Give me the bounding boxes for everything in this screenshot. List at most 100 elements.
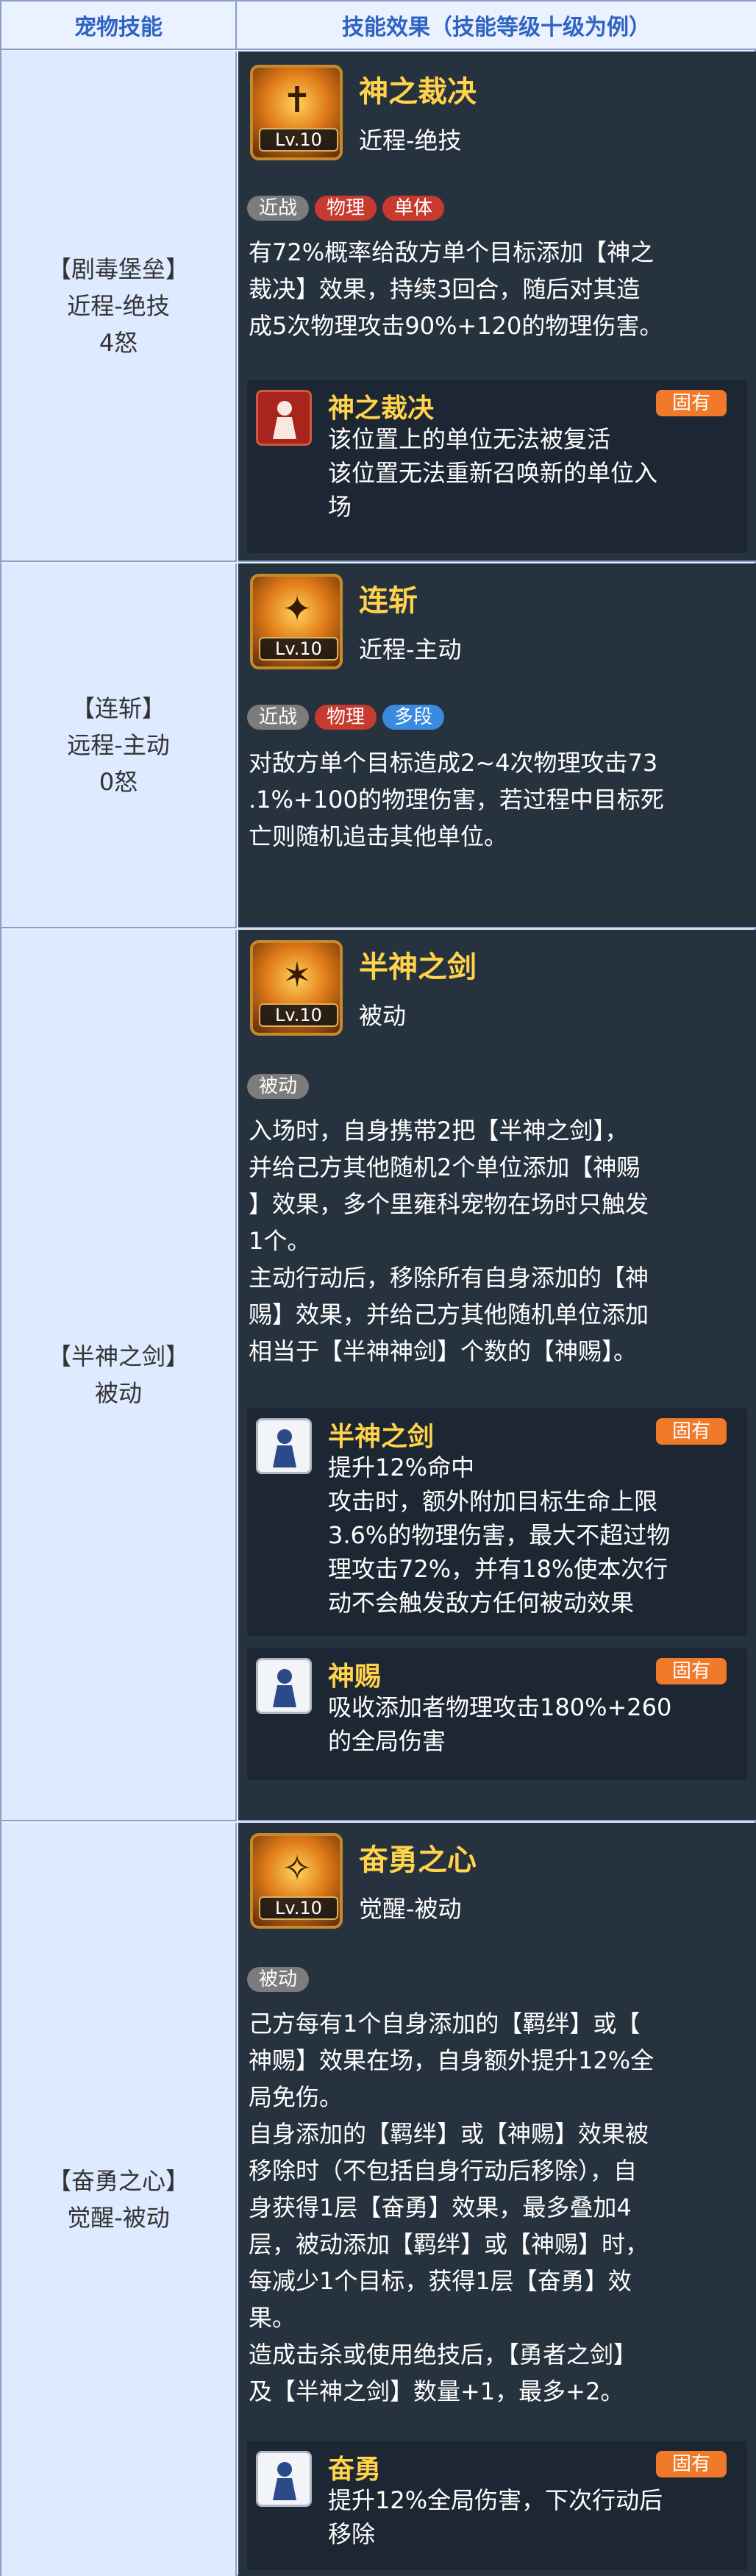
desc-line: 自身添加的【羁绊】或【神赐】效果被 <box>249 2120 649 2148</box>
warrior-glyph-icon: ✧ <box>282 1848 313 1889</box>
desc-line: 1个。 <box>249 1227 311 1255</box>
skill-name: 【奋勇之心】 <box>47 2167 189 2195</box>
header-skill-effect: 技能效果（技能等级十级为例） <box>237 1 756 50</box>
row-4-left: 【奋勇之心】 觉醒-被动 <box>1 1823 237 2576</box>
sword-cross-icon: ✝ Lv.10 <box>250 65 343 160</box>
tag-physical: 物理 <box>315 196 377 221</box>
sub-line: 提升12%全局伤害，下次行动后 <box>328 2486 663 2514</box>
sub-line: 3.6%的物理伤害，最大不超过物 <box>328 1521 671 1549</box>
desc-line: 移除时（不包括自身行动后移除），自 <box>249 2157 638 2185</box>
slash-icon: ✦ Lv.10 <box>250 574 343 669</box>
figure-icon <box>273 1669 296 1707</box>
desc-line: 相当于【半神神剑】个数的【神赐】。 <box>249 1337 638 1365</box>
sub-line: 理攻击72%，并有18%使本次行 <box>328 1555 668 1583</box>
row-2-left: 【连斩】 远程-主动 0怒 <box>1 563 237 928</box>
innate-badge: 固有 <box>656 1658 727 1684</box>
sub-line: 动不会触发敌方任何被动效果 <box>328 1589 635 1617</box>
figure-blue-icon <box>256 1658 312 1714</box>
sub-effect-text: 该位置上的单位无法被复活 该位置无法重新召唤新的单位入 场 <box>328 422 740 524</box>
desc-line: 主动行动后，移除所有自身添加的【神 <box>249 1264 649 1292</box>
skill-title: 神之裁决 <box>359 75 477 109</box>
skill-title: 奋勇之心 <box>359 1843 477 1877</box>
desc-line: 亡则随机追击其他单位。 <box>249 822 508 850</box>
row-1-left: 【剧毒堡垒】 近程-绝技 4怒 <box>1 51 237 562</box>
innate-badge: 固有 <box>656 1418 727 1445</box>
desc-line: 神赐】效果在场，自身额外提升12%全 <box>249 2046 655 2074</box>
row-3-right: ✶ Lv.10 半神之剑 被动 被动 入场时，自身携带2把【半神之剑】， 并给己… <box>238 930 756 1821</box>
figure-icon <box>273 1429 296 1467</box>
sub-effect-title: 神之裁决 <box>328 394 435 424</box>
cross-glyph-icon: ✝ <box>282 79 313 121</box>
tag-list: 被动 <box>247 1074 310 1099</box>
desc-line: 成5次物理攻击90%+120的物理伤害。 <box>249 312 663 340</box>
skill-subtype: 近程-绝技 <box>359 127 462 154</box>
skill-name: 【半神之剑】 <box>47 1342 189 1370</box>
level-badge: Lv.10 <box>259 1003 338 1027</box>
skill-title: 连斩 <box>359 584 418 618</box>
desc-line: .1%+100的物理伤害，若过程中目标死 <box>249 786 664 814</box>
tag-melee: 近战 <box>247 196 310 221</box>
dragon-glyph-icon: ✶ <box>282 955 313 996</box>
skill-type: 远程-主动 <box>67 731 170 759</box>
desc-line: 裁决】效果，持续3回合，随后对其造 <box>249 275 641 303</box>
sub-line: 吸收添加者物理攻击180%+260 <box>328 1693 672 1721</box>
tag-physical: 物理 <box>315 705 377 730</box>
sub-line: 该位置上的单位无法被复活 <box>328 425 611 453</box>
skill-type: 被动 <box>94 1379 142 1407</box>
skill-header: ✧ Lv.10 <box>250 1833 343 1929</box>
sub-effect-text: 提升12%命中 攻击时，额外附加目标生命上限 3.6%的物理伤害，最大不超过物 … <box>328 1451 740 1620</box>
row-1-right: ✝ Lv.10 神之裁决 近程-绝技 近战 物理 单体 有72%概率给敌方单个目… <box>238 51 756 562</box>
desc-line: 及【半神之剑】数量+1，最多+2。 <box>249 2377 624 2405</box>
skill-subtype: 近程-主动 <box>359 636 462 663</box>
tag-list: 被动 <box>247 1967 310 1992</box>
figure-icon <box>273 401 296 439</box>
desc-line: 造成击杀或使用绝技后，【勇者之剑】 <box>249 2341 638 2369</box>
skill-subtype: 觉醒-被动 <box>359 1895 462 1923</box>
skill-subtype: 被动 <box>359 1002 407 1030</box>
innate-badge: 固有 <box>656 2451 727 2477</box>
skill-type: 近程-绝技 <box>67 292 170 320</box>
desc-line: 入场时，自身携带2把【半神之剑】， <box>249 1117 629 1145</box>
slash-glyph-icon: ✦ <box>282 588 313 630</box>
sub-effect-title: 半神之剑 <box>328 1422 435 1452</box>
tag-passive: 被动 <box>247 1967 310 1992</box>
row-2-right: ✦ Lv.10 连斩 近程-主动 近战 物理 多段 对敌方单个目标造成2~4次物… <box>238 563 756 928</box>
skill-title: 半神之剑 <box>359 950 477 984</box>
sub-line: 的全局伤害 <box>328 1727 446 1755</box>
row-4-right: ✧ Lv.10 奋勇之心 觉醒-被动 被动 己方每有1个自身添加的【羁绊】或【 … <box>238 1823 756 2576</box>
tag-single: 单体 <box>382 196 445 221</box>
skill-header: ✝ Lv.10 <box>250 65 343 160</box>
desc-line: 身获得1层【奋勇】效果，最多叠加4 <box>249 2193 632 2221</box>
level-badge: Lv.10 <box>259 637 338 661</box>
innate-badge: 固有 <box>656 390 727 416</box>
figure-blue-icon <box>256 2451 312 2507</box>
sub-effect-title: 神赐 <box>328 1662 382 1692</box>
desc-line: 局免伤。 <box>249 2083 343 2111</box>
skill-header: ✶ Lv.10 <box>250 940 343 1036</box>
tag-list: 近战 物理 多段 <box>247 705 445 730</box>
sub-line: 提升12%命中 <box>328 1454 475 1481</box>
desc-line: 有72%概率给敌方单个目标添加【神之 <box>249 238 655 266</box>
desc-line: 对敌方单个目标造成2~4次物理攻击73 <box>249 749 658 777</box>
warrior-icon: ✧ Lv.10 <box>250 1833 343 1929</box>
desc-line: 并给己方其他随机2个单位添加【神赐 <box>249 1153 641 1181</box>
skill-name: 【剧毒堡垒】 <box>47 255 189 283</box>
skill-table: 宠物技能 技能效果（技能等级十级为例） 【剧毒堡垒】 近程-绝技 4怒 ✝ Lv… <box>0 0 756 2576</box>
desc-line: 层，被动添加【羁绊】或【神赐】时， <box>249 2230 649 2258</box>
sub-effect-box: 半神之剑 固有 提升12%命中 攻击时，额外附加目标生命上限 3.6%的物理伤害… <box>247 1408 747 1636</box>
tag-list: 近战 物理 单体 <box>247 196 445 221</box>
tag-multi-hit: 多段 <box>382 705 445 730</box>
header-pet-skill: 宠物技能 <box>1 1 237 50</box>
figure-blue-icon <box>256 1418 312 1474</box>
level-badge: Lv.10 <box>259 128 338 152</box>
dragon-icon: ✶ Lv.10 <box>250 940 343 1036</box>
figure-icon <box>273 2462 296 2500</box>
sub-line: 该位置无法重新召唤新的单位入 <box>328 459 658 487</box>
sub-effect-text: 吸收添加者物理攻击180%+260 的全局伤害 <box>328 1690 740 1758</box>
sub-effect-text: 提升12%全局伤害，下次行动后 移除 <box>328 2483 740 2551</box>
figure-red-icon <box>256 390 312 446</box>
skill-cost: 0怒 <box>99 768 138 796</box>
sub-effect-title: 奋勇 <box>328 2455 382 2485</box>
desc-line: 】效果，多个里雍科宠物在场时只触发 <box>249 1190 649 1218</box>
skill-description: 对敌方单个目标造成2~4次物理攻击73 .1%+100的物理伤害，若过程中目标死… <box>249 744 746 855</box>
